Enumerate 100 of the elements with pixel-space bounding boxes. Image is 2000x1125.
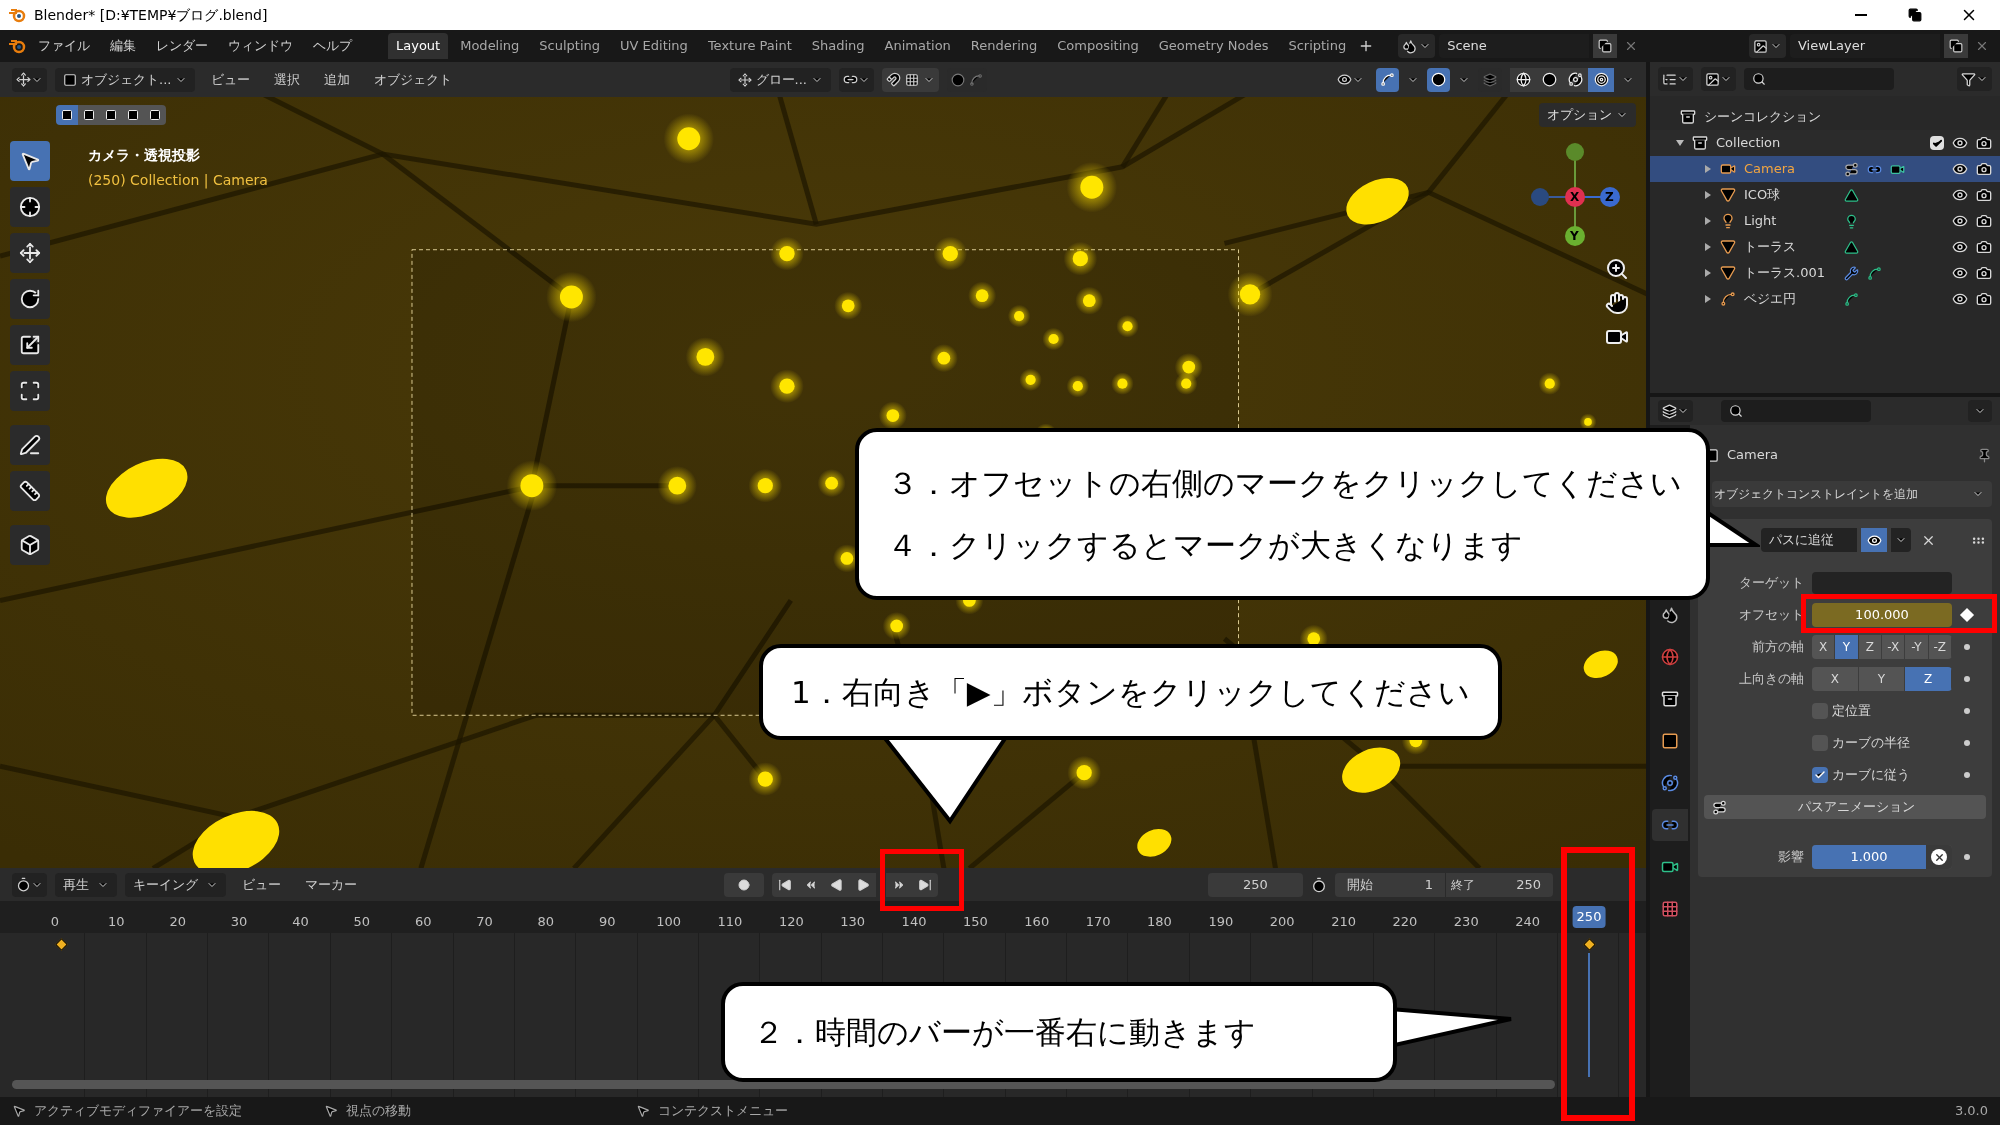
frame-number: 160 [1024,914,1050,930]
frame-number: 80 [537,914,555,930]
status-hint: コンテクストメニュー [658,1102,788,1121]
add-constraint-dropdown[interactable]: オブジェクトコンストレイントを追加 [1712,481,1992,507]
frame-number: 40 [292,914,309,930]
callout-text: ２．時間のバーが一番右に動きます [753,1013,1257,1052]
status-hint: アクティブモディファイアーを設定 [34,1102,242,1121]
frame-number: 150 [963,914,988,930]
outliner-row[interactable]: Camera [1650,156,2000,182]
axis-label: Z [1605,189,1614,206]
workspace-tab[interactable]: Rendering [962,33,1046,59]
outliner-item[interactable]: Camera [1744,159,1836,179]
frame-number: 240 [1515,914,1541,930]
workspace-tab[interactable]: Layout [388,33,449,59]
menu-item[interactable]: ビュー [234,874,289,895]
axis-option[interactable]: -X [1882,635,1906,659]
frame-number: 110 [717,914,743,930]
property-label: ターゲット [1739,574,1804,593]
outliner-row[interactable]: トーラス.001 [1650,260,2000,286]
menu-item[interactable]: マーカー [297,874,365,895]
path-animation-button[interactable]: パスアニメーション [1704,795,1986,819]
outliner-row[interactable]: ベジエ円 [1650,286,2000,312]
axis-option[interactable]: Z [1858,635,1882,659]
view-title: カメラ・透視投影 [88,146,201,165]
frame-number: 170 [1085,914,1111,930]
menu-item[interactable]: ウィンドウ [220,36,301,56]
outliner-row[interactable]: Light [1650,208,2000,234]
checkbox-label[interactable]: カーブに従う [1832,765,1910,785]
offset-field[interactable]: 100.000 [1812,603,1952,627]
menu-dropdown[interactable]: 再生 [55,872,117,897]
scene-field[interactable]: Scene [1439,34,1590,58]
frame-number: 120 [778,914,804,930]
frame-number: 190 [1208,914,1234,930]
checkbox-label[interactable]: カーブの半径 [1832,733,1910,753]
menu-dropdown[interactable]: キーイング [125,872,226,897]
axis-option[interactable]: X [1812,635,1836,659]
outliner-row[interactable]: トーラス [1650,234,2000,260]
outliner-item[interactable]: トーラス.001 [1744,263,1836,283]
workspace-tab[interactable]: Texture Paint [699,33,800,59]
frame-number: 140 [901,914,927,930]
axis-option[interactable]: Y [1858,667,1906,691]
frame-number: 100 [656,914,681,930]
callout-text: 1．右向き「▶」ボタンをクリックしてください [791,673,1470,712]
axis-option[interactable]: Y [1835,635,1859,659]
mode-dropdown[interactable]: オブジェクト... [55,67,196,92]
view-subtitle: (250) Collection | Camera [88,171,268,191]
workspace-tab[interactable]: Modeling [452,33,528,59]
outliner-item[interactable]: ICO球 [1744,185,1836,205]
menu-item[interactable]: ビュー [203,69,259,90]
menu-item[interactable]: ファイル [30,36,98,56]
menu-item[interactable]: 選択 [266,69,309,90]
workspace-tab[interactable]: Compositing [1049,33,1147,59]
slider-value: 1.000 [1850,849,1888,865]
start-frame-field[interactable]: 開始 1 [1335,872,1445,897]
menu-item[interactable]: レンダー [148,36,216,56]
frame-number: 0 [50,914,60,930]
frame-number: 90 [598,914,616,930]
playhead-frame-badge[interactable]: 250 [1572,906,1606,928]
options-dropdown[interactable]: オプション [1539,103,1636,127]
frame-number: 60 [414,914,432,930]
workspace-tab[interactable]: Geometry Nodes [1150,33,1277,59]
checkbox-label[interactable]: 定位置 [1832,701,1871,721]
field-label: 開始 [1347,875,1373,894]
menu-item[interactable]: 追加 [316,69,359,90]
influence-slider[interactable]: 1.000 [1812,845,1926,869]
field-label: 終了 [1451,876,1475,894]
current-frame-field[interactable]: 250 [1208,872,1303,897]
field-value: 1 [1424,875,1433,894]
outliner-item[interactable]: ベジエ円 [1744,289,1836,309]
frame-number: 20 [169,914,186,930]
orientation-dropdown[interactable]: グロー... [729,67,831,92]
frame-number: 230 [1453,914,1479,930]
workspace-tab[interactable]: Shading [803,33,873,59]
end-frame-field[interactable]: 終了 250 [1445,872,1553,897]
axis-option[interactable]: X [1812,667,1859,691]
axis-option[interactable]: -Y [1905,635,1929,659]
constraint-name-field[interactable]: パスに追従 [1761,528,1857,552]
menu-item[interactable]: ヘルプ [305,36,360,56]
frame-number: 50 [353,914,371,930]
field-value: 250 [1516,875,1541,894]
menu-item[interactable]: オブジェクト [366,69,461,90]
frame-number: 220 [1392,914,1418,930]
frame-number: 200 [1269,914,1295,930]
axis-option[interactable]: -Z [1928,635,1952,659]
axis-label: Y [1570,228,1579,245]
outliner-item[interactable]: Light [1744,211,1836,231]
status-hint: 視点の移動 [346,1102,411,1121]
outliner-row[interactable]: ICO球 [1650,182,2000,208]
outliner-item[interactable]: シーンコレクション [1704,107,1821,127]
view-layer-field[interactable]: ViewLayer [1790,34,1940,58]
frame-number: 130 [840,914,866,930]
workspace-tab[interactable]: Sculpting [531,33,609,59]
outliner-item[interactable]: Collection [1716,133,1922,153]
axis-option[interactable]: Z [1905,667,1952,691]
workspace-tab[interactable]: Animation [876,33,959,59]
workspace-tab[interactable]: Scripting [1280,33,1355,59]
menu-item[interactable]: 編集 [102,36,144,56]
outliner-item[interactable]: トーラス [1744,237,1836,257]
object-name: Camera [1727,446,1780,465]
workspace-tab[interactable]: UV Editing [612,33,696,59]
